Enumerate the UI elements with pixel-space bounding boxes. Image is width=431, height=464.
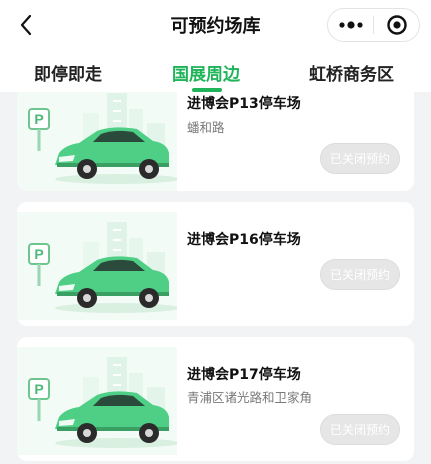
svg-text:P: P <box>34 246 43 262</box>
parking-car-illustration: P <box>17 212 177 320</box>
parking-lot-address: 青浦区诸光路和卫家角 <box>187 390 313 405</box>
tab-expo-surroundings[interactable]: 国展周边 <box>172 60 240 85</box>
parking-lot-card[interactable]: P 进博会P16停车场 已关闭预约 <box>17 202 414 326</box>
parking-lot-name: 进博会P13停车场 <box>187 96 301 112</box>
mini-program-capsule <box>327 8 420 42</box>
parking-car-illustration: P <box>17 83 177 191</box>
parking-lot-name: 进博会P17停车场 <box>187 367 301 383</box>
parking-car-illustration: P <box>17 347 177 455</box>
category-tabs: 即停即走 国展周边 虹桥商务区 <box>0 50 431 92</box>
reservation-closed-button[interactable]: 已关闭预约 <box>320 259 400 290</box>
reservation-closed-button[interactable]: 已关闭预约 <box>320 143 400 174</box>
parking-lot-name: 进博会P16停车场 <box>187 232 301 248</box>
svg-text:P: P <box>34 111 43 127</box>
tab-hongqiao-business-district[interactable]: 虹桥商务区 <box>309 60 394 85</box>
active-tab-indicator <box>192 88 222 92</box>
parking-lot-address: 蟠和路 <box>187 120 225 135</box>
target-close-icon <box>386 15 407 35</box>
svg-text:P: P <box>34 381 43 397</box>
close-mini-program-button[interactable] <box>374 9 419 41</box>
reservation-closed-button[interactable]: 已关闭预约 <box>320 414 400 445</box>
more-button[interactable] <box>328 9 373 41</box>
parking-lot-card[interactable]: P 进博会P17停车场 青浦区诸光路和卫家角 已关闭预约 <box>17 337 414 461</box>
tab-instant-parking[interactable]: 即停即走 <box>34 60 102 85</box>
nav-bar: 可预约场库 <box>0 0 431 50</box>
more-dots-icon <box>338 21 363 29</box>
